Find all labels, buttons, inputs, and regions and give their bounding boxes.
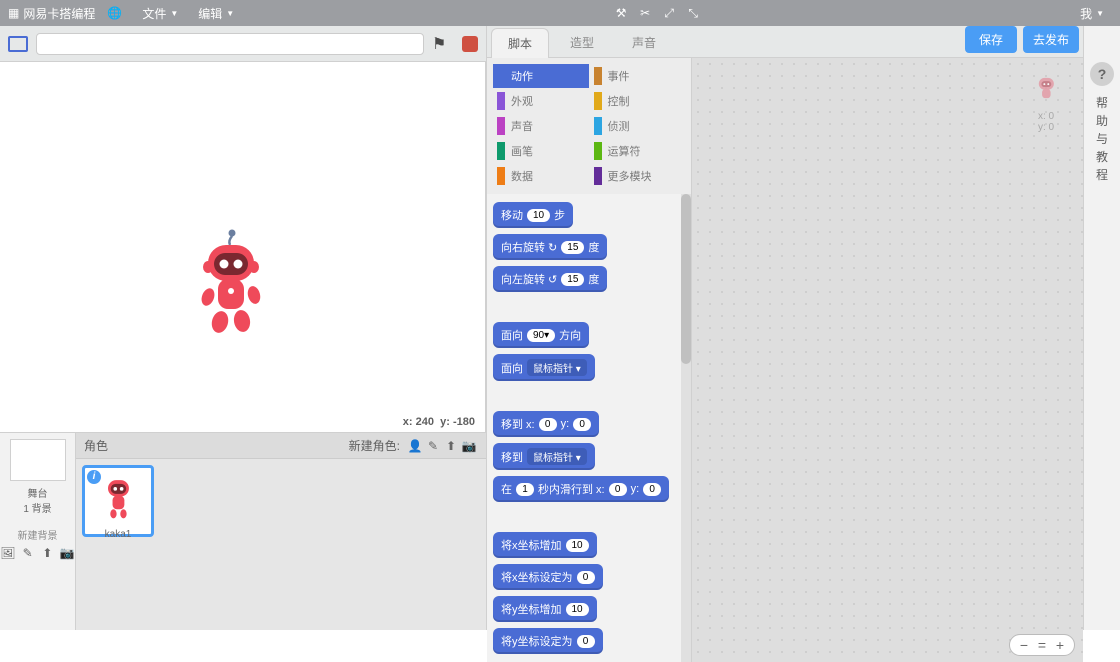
sprite-panel: 舞台 1 背景 新建背景 🖼 ✎ ⬆ 📷 角色 新建角色: 👤 ✎ ⬆ 📷 xyxy=(0,432,486,630)
sprite-paint-icon[interactable]: ✎ xyxy=(424,439,442,453)
brand-logo: ▦ 网易卡搭编程 xyxy=(8,5,95,22)
help-label: 帮助与教程 xyxy=(1084,94,1120,184)
block-goto-xy[interactable]: 移到 x:0y:0 xyxy=(493,411,599,437)
globe-menu[interactable]: 🌐 xyxy=(99,6,130,20)
sprite-camera-icon[interactable]: 📷 xyxy=(460,439,478,453)
middle-column: 脚本 造型 声音 保存 去发布 动作 事件 外观 控制 声音 侦测 画笔 运算符… xyxy=(486,26,1083,630)
bg-library-icon[interactable]: 🖼 xyxy=(0,546,16,560)
new-sprite-label: 新建角色: xyxy=(349,437,400,454)
sprite-list: i kaka1 xyxy=(76,459,486,543)
sprite-info-icon[interactable]: i xyxy=(87,470,101,484)
chevron-down-icon: ▼ xyxy=(170,9,178,18)
stage-thumbnail[interactable] xyxy=(10,439,66,481)
tabs-row: 脚本 造型 声音 保存 去发布 xyxy=(487,26,1083,58)
brand-name: 网易卡搭编程 xyxy=(23,5,95,22)
zoom-in-icon[interactable]: + xyxy=(1052,637,1068,653)
help-icon[interactable]: ? xyxy=(1090,62,1114,86)
tab-costumes[interactable]: 造型 xyxy=(553,27,611,57)
menubar: ▦ 网易卡搭编程 🌐 文件▼ 编辑▼ ⚒ ✂ ⤢ ⤡ 我▼ xyxy=(0,0,1120,26)
sprite-upload-icon[interactable]: ⬆ xyxy=(442,439,460,453)
help-sidebar[interactable]: ? 帮助与教程 xyxy=(1083,26,1120,630)
robot-sprite-icon xyxy=(190,227,270,337)
category-looks[interactable]: 外观 xyxy=(493,89,589,113)
logo-icon: ▦ xyxy=(8,6,19,20)
sprite-list-area: 角色 新建角色: 👤 ✎ ⬆ 📷 i xyxy=(75,433,486,630)
stage-toolbar: ⚑ xyxy=(0,26,486,62)
robot-tiny-icon xyxy=(1031,72,1061,108)
zoom-control: − = + xyxy=(1009,634,1075,656)
chevron-down-icon: ▼ xyxy=(226,9,234,18)
block-point-towards[interactable]: 面向鼠标指针 ▾ xyxy=(493,354,595,381)
fullscreen-icon[interactable] xyxy=(8,36,28,52)
category-pen[interactable]: 画笔 xyxy=(493,139,589,163)
block-change-x[interactable]: 将x坐标增加10 xyxy=(493,532,597,558)
category-control[interactable]: 控制 xyxy=(590,89,686,113)
category-sound[interactable]: 声音 xyxy=(493,114,589,138)
cut-tool[interactable]: ✂ xyxy=(635,3,655,23)
robot-thumb-icon xyxy=(96,472,140,522)
sprite-title: 角色 xyxy=(84,437,349,454)
stage-label: 舞台 xyxy=(0,485,75,500)
backdrop-count: 1 背景 xyxy=(0,500,75,515)
bg-paint-icon[interactable]: ✎ xyxy=(20,546,36,560)
stage-coords: x: 240 y: -180 xyxy=(403,416,475,428)
project-title-input[interactable] xyxy=(36,33,424,55)
block-point-direction[interactable]: 面向90▾方向 xyxy=(493,322,589,348)
canvas-x-label: x: 0 xyxy=(1031,111,1061,122)
tab-sounds[interactable]: 声音 xyxy=(615,27,673,57)
left-column: ⚑ v461.1 xyxy=(0,26,486,630)
block-goto-mouse[interactable]: 移到鼠标指针 ▾ xyxy=(493,443,595,470)
sprite-list-header: 角色 新建角色: 👤 ✎ ⬆ 📷 xyxy=(76,433,486,459)
stage-sprite[interactable] xyxy=(190,227,270,342)
block-list: 移动10步 向右旋转 ↻15度 向左旋转 ↺15度 面向90▾方向 面向鼠标指针… xyxy=(487,194,691,662)
palette-scrollbar[interactable] xyxy=(681,194,691,662)
category-data[interactable]: 数据 xyxy=(493,164,589,188)
sprite-library-icon[interactable]: 👤 xyxy=(406,439,424,453)
account-menu[interactable]: 我▼ xyxy=(1072,5,1112,22)
green-flag-icon[interactable]: ⚑ xyxy=(432,34,454,54)
edit-menu[interactable]: 编辑▼ xyxy=(190,5,242,22)
tab-scripts[interactable]: 脚本 xyxy=(491,28,549,58)
script-canvas[interactable]: x: 0 y: 0 − = + xyxy=(692,58,1083,662)
sprite-name: kaka1 xyxy=(85,529,151,540)
block-glide[interactable]: 在1秒内滑行到 x:0y:0 xyxy=(493,476,669,502)
category-more[interactable]: 更多模块 xyxy=(590,164,686,188)
zoom-out-icon[interactable]: − xyxy=(1016,637,1032,653)
category-operators[interactable]: 运算符 xyxy=(590,139,686,163)
bg-upload-icon[interactable]: ⬆ xyxy=(40,546,56,560)
stamp-tool[interactable]: ⚒ xyxy=(611,3,631,23)
new-backdrop-label: 新建背景 xyxy=(0,527,75,542)
shrink-tool[interactable]: ⤡ xyxy=(683,3,703,23)
zoom-reset-icon[interactable]: = xyxy=(1034,637,1050,653)
sprite-item[interactable]: i kaka1 xyxy=(82,465,154,537)
block-move[interactable]: 移动10步 xyxy=(493,202,573,228)
canvas-sprite-indicator: x: 0 y: 0 xyxy=(1031,72,1061,133)
block-set-y[interactable]: 将y坐标设定为0 xyxy=(493,628,603,654)
category-grid: 动作 事件 外观 控制 声音 侦测 画笔 运算符 数据 更多模块 xyxy=(487,58,691,194)
category-motion[interactable]: 动作 xyxy=(493,64,589,88)
bg-camera-icon[interactable]: 📷 xyxy=(59,546,75,560)
block-set-x[interactable]: 将x坐标设定为0 xyxy=(493,564,603,590)
block-turn-left[interactable]: 向左旋转 ↺15度 xyxy=(493,266,607,292)
stage[interactable]: x: 240 y: -180 xyxy=(0,62,486,432)
block-palette: 动作 事件 外观 控制 声音 侦测 画笔 运算符 数据 更多模块 移动10步 向… xyxy=(487,58,692,662)
grow-tool[interactable]: ⤢ xyxy=(659,3,679,23)
chevron-down-icon: ▼ xyxy=(1096,9,1104,18)
file-menu[interactable]: 文件▼ xyxy=(134,5,186,22)
category-sensing[interactable]: 侦测 xyxy=(590,114,686,138)
stop-icon[interactable] xyxy=(462,36,478,52)
block-change-y[interactable]: 将y坐标增加10 xyxy=(493,596,597,622)
category-events[interactable]: 事件 xyxy=(590,64,686,88)
canvas-y-label: y: 0 xyxy=(1031,122,1061,133)
block-turn-right[interactable]: 向右旋转 ↻15度 xyxy=(493,234,607,260)
publish-button[interactable]: 去发布 xyxy=(1023,26,1079,53)
save-button[interactable]: 保存 xyxy=(965,26,1017,53)
stage-thumb-area: 舞台 1 背景 新建背景 🖼 ✎ ⬆ 📷 xyxy=(0,433,75,630)
